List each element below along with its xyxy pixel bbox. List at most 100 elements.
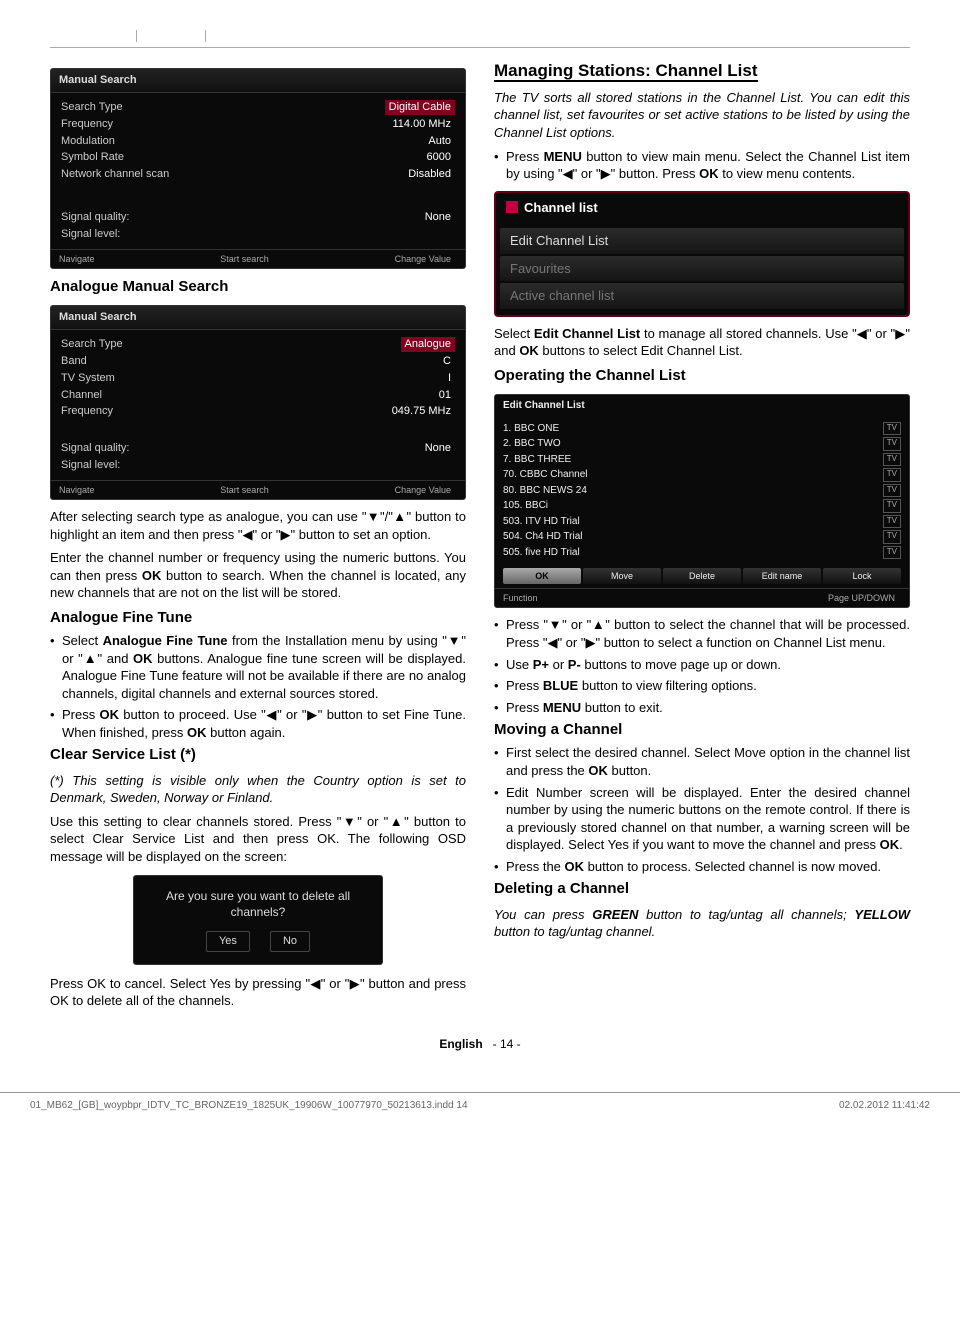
right-column: Managing Stations: Channel List The TV s… bbox=[494, 60, 910, 1016]
move-button[interactable]: Move bbox=[583, 568, 661, 584]
list-icon bbox=[506, 201, 518, 213]
heading-clear-service-list: Clear Service List (*) bbox=[50, 745, 466, 765]
row-value: Analogue bbox=[401, 337, 456, 352]
list-item: 1. BBC ONETV bbox=[503, 421, 901, 437]
row-value: 114.00 MHz bbox=[389, 117, 456, 132]
bullet-list: Press "▼" or "▲" button to select the ch… bbox=[494, 616, 910, 716]
confirm-dialog: Are you sure you want to delete all chan… bbox=[133, 875, 383, 964]
signal-label: Signal quality: bbox=[61, 441, 130, 456]
menu-item-favourites[interactable]: Favourites bbox=[500, 256, 904, 282]
list-item: Use P+ or P- buttons to move page up or … bbox=[494, 656, 910, 674]
menu-item-active[interactable]: Active channel list bbox=[500, 283, 904, 309]
columns: Manual Search Search Type Digital Cable F… bbox=[50, 60, 910, 1016]
list-item: First select the desired channel. Select… bbox=[494, 744, 910, 779]
foot-item: Start search bbox=[220, 484, 269, 496]
row-label: Symbol Rate bbox=[61, 150, 124, 165]
osd-channel-list-menu: Channel list Edit Channel List Favourite… bbox=[494, 191, 910, 317]
row-value: Disabled bbox=[404, 167, 455, 182]
page: Manual Search Search Type Digital Cable F… bbox=[0, 0, 960, 1072]
row-label: Channel bbox=[61, 388, 102, 403]
signal-label: Signal quality: bbox=[61, 210, 130, 225]
foot-item: Start search bbox=[220, 253, 269, 265]
list-item: Edit Number screen will be displayed. En… bbox=[494, 784, 910, 854]
heading-analogue-manual-search: Analogue Manual Search bbox=[50, 277, 466, 297]
row-value: Auto bbox=[424, 134, 455, 149]
signal-value: None bbox=[421, 441, 455, 456]
list-item: 80. BBC NEWS 24TV bbox=[503, 483, 901, 499]
delete-button[interactable]: Delete bbox=[663, 568, 741, 584]
list-item: 7. BBC THREETV bbox=[503, 452, 901, 468]
paragraph: Select Edit Channel List to manage all s… bbox=[494, 325, 910, 360]
list-item: 2. BBC TWOTV bbox=[503, 436, 901, 452]
row-label: TV System bbox=[61, 371, 115, 386]
no-button[interactable]: No bbox=[270, 931, 310, 952]
foot-item: Function bbox=[503, 592, 538, 604]
list-item: Press OK button to proceed. Use "◀" or "… bbox=[50, 706, 466, 741]
signal-label: Signal level: bbox=[61, 458, 120, 473]
row-label: Search Type bbox=[61, 337, 123, 352]
osd-manual-search-analogue: Manual Search Search Type Analogue Band C … bbox=[50, 305, 466, 500]
list-item: 105. BBCiTV bbox=[503, 498, 901, 514]
menu-title: Channel list bbox=[496, 193, 908, 223]
row-value: I bbox=[444, 371, 455, 386]
osd-buttons: OK Move Delete Edit name Lock bbox=[495, 564, 909, 588]
ruler bbox=[50, 30, 910, 48]
list-item: Press the OK button to process. Selected… bbox=[494, 858, 910, 876]
osd-footer: Function Page UP/DOWN bbox=[495, 588, 909, 607]
row-label: Frequency bbox=[61, 404, 113, 419]
paragraph: Press OK to cancel. Select Yes by pressi… bbox=[50, 975, 466, 1010]
list-item: Select Analogue Fine Tune from the Insta… bbox=[50, 632, 466, 702]
signal-value bbox=[447, 458, 455, 473]
bullet-list: Select Analogue Fine Tune from the Insta… bbox=[50, 632, 466, 741]
left-column: Manual Search Search Type Digital Cable F… bbox=[50, 60, 466, 1016]
page-number: - 14 - bbox=[493, 1037, 521, 1051]
dialog-message: Are you sure you want to delete all chan… bbox=[146, 888, 370, 920]
page-footer: English - 14 - bbox=[50, 1036, 910, 1052]
list-item: 505. five HD TrialTV bbox=[503, 545, 901, 561]
heading-managing-stations: Managing Stations: Channel List bbox=[494, 61, 758, 82]
list-item: Press MENU button to exit. bbox=[494, 699, 910, 717]
doc-timestamp: 02.02.2012 11:41:42 bbox=[839, 1099, 930, 1113]
paragraph: After selecting search type as analogue,… bbox=[50, 508, 466, 543]
bullet-list: Press MENU button to view main menu. Sel… bbox=[494, 148, 910, 183]
menu-item-edit[interactable]: Edit Channel List bbox=[500, 228, 904, 254]
paragraph: Enter the channel number or frequency us… bbox=[50, 549, 466, 602]
osd-edit-channel-list: Edit Channel List 1. BBC ONETV 2. BBC TW… bbox=[494, 394, 910, 608]
signal-value bbox=[447, 227, 455, 242]
paragraph: Use this setting to clear channels store… bbox=[50, 813, 466, 866]
paragraph: You can press GREEN button to tag/untag … bbox=[494, 906, 910, 941]
intro: The TV sorts all stored stations in the … bbox=[494, 89, 910, 142]
osd-title: Manual Search bbox=[51, 306, 465, 330]
row-label: Search Type bbox=[61, 100, 123, 115]
doc-filename: 01_MB62_[GB]_woypbpr_IDTV_TC_BRONZE19_18… bbox=[30, 1099, 468, 1113]
osd-footer: Navigate Start search Change Value bbox=[51, 480, 465, 499]
osd-manual-search-digital: Manual Search Search TypeDigital Cable F… bbox=[50, 68, 466, 269]
row-label: Frequency bbox=[61, 117, 113, 132]
list-item: 70. CBBC ChannelTV bbox=[503, 467, 901, 483]
heading-operating: Operating the Channel List bbox=[494, 366, 910, 386]
osd-body: Search Type Analogue Band C TV System I Cha… bbox=[51, 330, 465, 480]
row-value: 01 bbox=[435, 388, 455, 403]
list-item: Press BLUE button to view filtering opti… bbox=[494, 677, 910, 695]
lang-label: English bbox=[439, 1037, 482, 1051]
row-value: 049.75 MHz bbox=[388, 404, 455, 419]
row-label: Network channel scan bbox=[61, 167, 169, 182]
list-item: Press MENU button to view main menu. Sel… bbox=[494, 148, 910, 183]
foot-item: Navigate bbox=[59, 484, 95, 496]
osd-body: Search Type Digital Cable Frequency 114.00… bbox=[51, 93, 465, 249]
ok-button[interactable]: OK bbox=[503, 568, 581, 584]
editname-button[interactable]: Edit name bbox=[743, 568, 821, 584]
list-item: 503. ITV HD TrialTV bbox=[503, 514, 901, 530]
lock-button[interactable]: Lock bbox=[823, 568, 901, 584]
osd-footer: Navigate Start search Change Value bbox=[51, 249, 465, 268]
foot-item: Navigate bbox=[59, 253, 95, 265]
row-value: 6000 bbox=[423, 150, 455, 165]
row-label: Band bbox=[61, 354, 87, 369]
heading-analogue-fine-tune: Analogue Fine Tune bbox=[50, 608, 466, 628]
yes-button[interactable]: Yes bbox=[206, 931, 250, 952]
row-value: Digital Cable bbox=[385, 100, 455, 115]
row-label: Modulation bbox=[61, 134, 115, 149]
document-footer: 01_MB62_[GB]_woypbpr_IDTV_TC_BRONZE19_18… bbox=[0, 1092, 960, 1119]
heading-deleting: Deleting a Channel bbox=[494, 879, 910, 899]
row-value: C bbox=[439, 354, 455, 369]
